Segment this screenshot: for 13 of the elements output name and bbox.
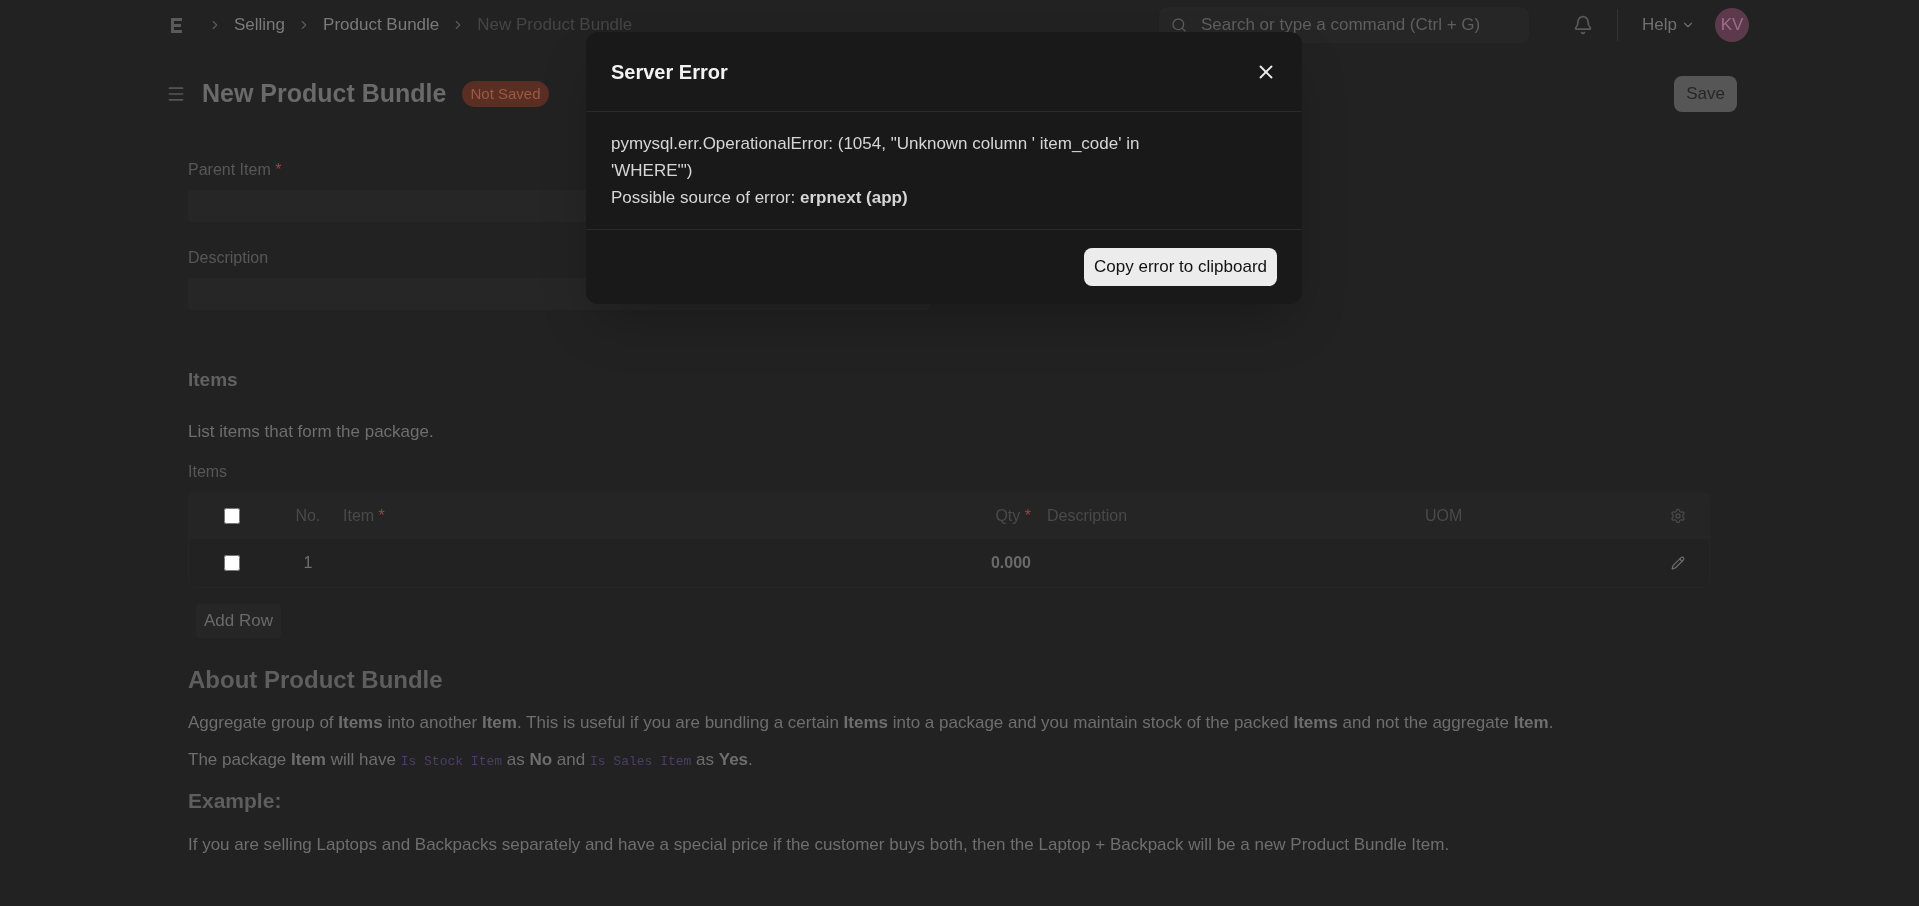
status-badge: Not Saved xyxy=(462,80,549,108)
table-cell-text: 1 xyxy=(302,553,314,573)
paragraph: If you are selling Laptops and Backpacks separately and have a special price if the customer buys both, then the Laptop + Backpack will be a new Product Bundle Item. xyxy=(188,834,1451,856)
section-title: Example: xyxy=(188,787,283,814)
section-title: About Product Bundle xyxy=(188,664,444,695)
paragraph: Aggregate group of Items into another Item. This is useful if you are bundling a certain Items into a package and you maintain stock of the packed Items and not the aggregate Item. xyxy=(188,711,1555,734)
paragraph: The package Item will have Is Stock Item as No and Is Sales Item as Yes. xyxy=(188,749,754,771)
dialog-title: Server Error xyxy=(611,59,728,85)
error-message: pymysql.err.OperationalError: (1054, "Unknown column ' item_code' in 'WHERE'") xyxy=(611,133,1141,182)
page-title: New Product Bundle xyxy=(202,78,447,110)
error-source: Possible source of error: erpnext (app) xyxy=(611,187,909,209)
section-description: List items that form the package. xyxy=(188,420,435,443)
section-title: Items xyxy=(188,368,239,392)
